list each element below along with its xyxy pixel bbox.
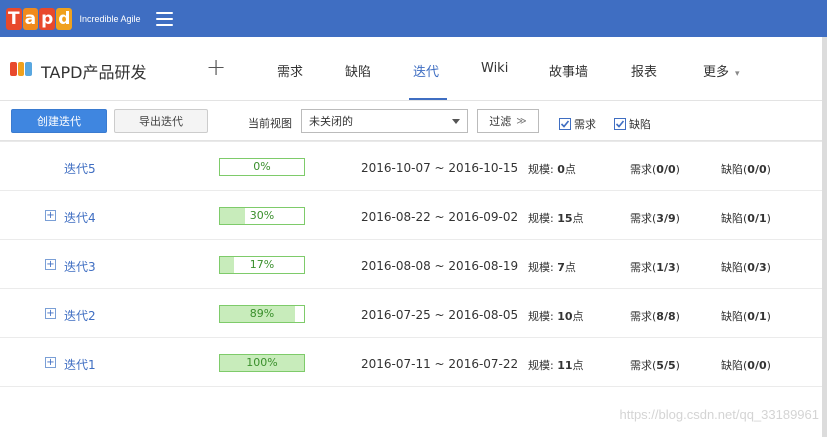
list-footer-area: https://blog.csdn.net/qq_33189961 — [0, 396, 827, 437]
project-icon-block — [10, 62, 17, 76]
iteration-name-link[interactable]: 迭代1 — [64, 356, 96, 373]
tapd-logo[interactable]: T a p d Incredible Agile — [6, 7, 140, 31]
story-count[interactable]: 需求(5/5) — [630, 357, 680, 373]
story-count[interactable]: 需求(8/8) — [630, 308, 680, 324]
active-tab-indicator — [409, 98, 447, 100]
iteration-name-link[interactable]: 迭代5 — [64, 160, 96, 177]
progress-bar: 30% — [219, 207, 305, 225]
logo-tagline: Incredible Agile — [79, 13, 141, 24]
checkbox-label: 缺陷 — [629, 118, 651, 131]
nav-item-label: 报表 — [631, 65, 658, 80]
filter-button[interactable]: 过滤 ≫ — [477, 109, 539, 133]
bug-count[interactable]: 缺陷(0/1) — [721, 210, 771, 226]
project-icon — [10, 62, 33, 76]
nav-item-label: 更多 — [703, 65, 730, 80]
progress-label: 89% — [249, 307, 275, 320]
nav-item-iterations[interactable]: 迭代 — [413, 61, 439, 80]
nav-item-wiki[interactable]: Wiki — [481, 61, 508, 76]
current-view-label: 当前视图 — [248, 117, 292, 130]
story-checkbox[interactable]: 需求 — [559, 116, 596, 132]
expand-plus-icon[interactable]: + — [45, 308, 56, 319]
logo-letter: a — [22, 7, 39, 30]
story-count[interactable]: 需求(0/0) — [630, 161, 680, 177]
table-row: + 迭代1 100% 2016-07-11 ~ 2016-07-22 规模: 1… — [0, 338, 827, 387]
progress-bar: 100% — [219, 354, 305, 372]
nav-item-label: 缺陷 — [345, 65, 372, 80]
table-row: + 迭代4 30% 2016-08-22 ~ 2016-09-02 规模: 15… — [0, 191, 827, 240]
nav-item-story-wall[interactable]: 故事墙 — [549, 61, 588, 80]
watermark-text: https://blog.csdn.net/qq_33189961 — [619, 407, 820, 422]
view-select[interactable]: 未关闭的 — [301, 109, 468, 133]
iteration-name-link[interactable]: 迭代4 — [64, 209, 96, 226]
iteration-name-link[interactable]: 迭代3 — [64, 258, 96, 275]
scale-value: 规模: 11点 — [528, 359, 584, 372]
date-range: 2016-08-08 ~ 2016-08-19 — [361, 259, 519, 273]
date-range: 2016-08-22 ~ 2016-09-02 — [361, 210, 519, 224]
table-row: + 迭代3 17% 2016-08-08 ~ 2016-08-19 规模: 7点… — [0, 240, 827, 289]
date-range: 2016-10-07 ~ 2016-10-15 — [361, 161, 519, 175]
scale-value: 规模: 7点 — [528, 261, 576, 274]
progress-bar: 0% — [219, 158, 305, 176]
bug-checkbox[interactable]: 缺陷 — [614, 116, 651, 132]
expand-plus-icon[interactable]: + — [45, 259, 56, 270]
dropdown-arrow-icon — [452, 119, 460, 124]
checkbox-label: 需求 — [574, 118, 596, 131]
logo-letter: d — [56, 7, 73, 30]
logo-letters: T a p d — [6, 7, 73, 31]
bug-count[interactable]: 缺陷(0/1) — [721, 308, 771, 324]
progress-label: 30% — [249, 209, 275, 222]
nav-item-reports[interactable]: 报表 — [631, 61, 657, 80]
scrollbar-edge — [822, 37, 827, 437]
bug-count[interactable]: 缺陷(0/0) — [721, 357, 771, 373]
progress-label: 0% — [253, 160, 271, 173]
export-iteration-button[interactable]: 导出迭代 — [114, 109, 208, 133]
progress-bar: 89% — [219, 305, 305, 323]
iteration-list: 迭代5 0% 2016-10-07 ~ 2016-10-15 规模: 0点 需求… — [0, 142, 827, 396]
scale-value: 规模: 15点 — [528, 212, 584, 225]
bug-count[interactable]: 缺陷(0/3) — [721, 259, 771, 275]
progress-label: 100% — [246, 356, 278, 369]
nav-item-bugs[interactable]: 缺陷 — [345, 61, 371, 80]
chevron-down-icon: ▾ — [735, 69, 740, 79]
add-plus-icon[interactable]: + — [206, 55, 226, 79]
project-header: TAPD产品研发 + 需求 缺陷 迭代 Wiki 故事墙 报表 更多 ▾ — [0, 37, 827, 101]
date-range: 2016-07-25 ~ 2016-08-05 — [361, 308, 519, 322]
iteration-toolbar: 创建迭代 导出迭代 当前视图 未关闭的 过滤 ≫ 需求 缺陷 — [0, 101, 827, 141]
expand-plus-icon[interactable]: + — [45, 357, 56, 368]
nav-item-label: Wiki — [481, 61, 509, 76]
table-row: + 迭代2 89% 2016-07-25 ~ 2016-08-05 规模: 10… — [0, 289, 827, 338]
date-range: 2016-07-11 ~ 2016-07-22 — [361, 357, 519, 371]
expand-plus-icon[interactable]: + — [45, 210, 56, 221]
project-name[interactable]: TAPD产品研发 — [41, 59, 146, 83]
progress-bar: 17% — [219, 256, 305, 274]
view-select-value: 未关闭的 — [309, 115, 353, 128]
logo-letter: T — [6, 7, 22, 30]
nav-item-label: 故事墙 — [549, 65, 589, 80]
nav-item-more[interactable]: 更多 ▾ — [703, 61, 740, 80]
project-icon-block — [25, 62, 33, 76]
top-app-bar: T a p d Incredible Agile — [0, 0, 827, 37]
create-iteration-button[interactable]: 创建迭代 — [11, 109, 107, 133]
hamburger-menu-icon[interactable] — [156, 11, 174, 26]
nav-item-label: 迭代 — [413, 65, 440, 80]
bug-count[interactable]: 缺陷(0/0) — [721, 161, 771, 177]
nav-item-stories[interactable]: 需求 — [277, 61, 303, 80]
scale-value: 规模: 0点 — [528, 163, 576, 176]
project-icon-block — [17, 62, 25, 76]
checkbox-checked-icon — [614, 118, 626, 130]
table-row: 迭代5 0% 2016-10-07 ~ 2016-10-15 规模: 0点 需求… — [0, 142, 827, 191]
double-chevron-icon: ≫ — [516, 115, 527, 127]
checkbox-checked-icon — [559, 118, 571, 130]
nav-item-label: 需求 — [277, 65, 304, 80]
iteration-name-link[interactable]: 迭代2 — [64, 307, 96, 324]
filter-label: 过滤 — [489, 115, 512, 128]
progress-label: 17% — [249, 258, 275, 271]
logo-letter: p — [39, 7, 56, 30]
scale-value: 规模: 10点 — [528, 310, 584, 323]
story-count[interactable]: 需求(3/9) — [630, 210, 680, 226]
story-count[interactable]: 需求(1/3) — [630, 259, 680, 275]
